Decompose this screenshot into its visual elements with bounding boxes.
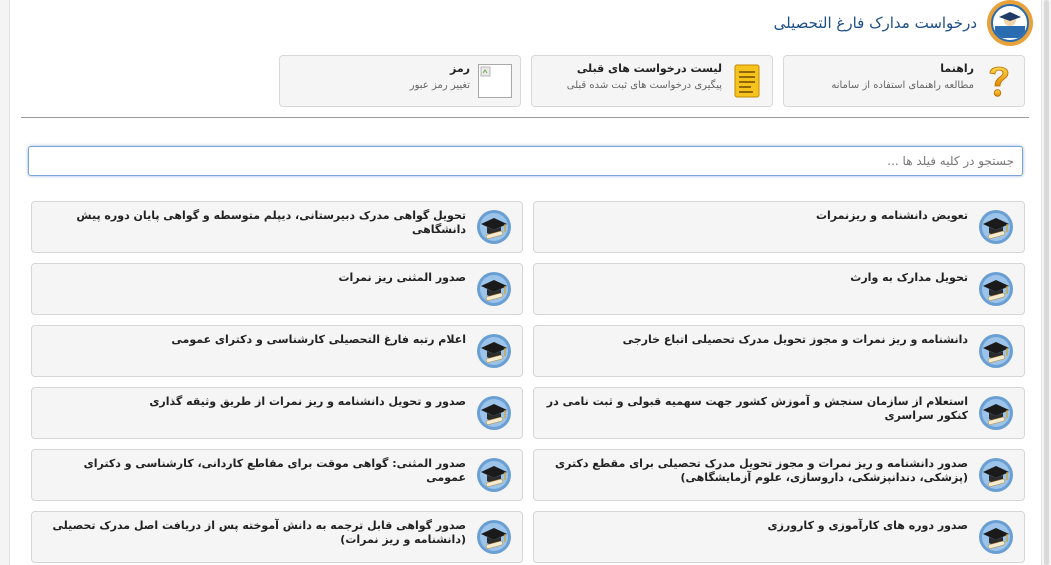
graduation-cap-icon bbox=[979, 520, 1013, 554]
request-item[interactable]: صدور المثنی: گواهی موقت برای مقاطع کاردا… bbox=[31, 449, 523, 501]
help-card[interactable]: راهنما مطالعه راهنمای استفاده از سامانه bbox=[783, 55, 1025, 107]
request-item-label: تحویل گواهی مدرک دبیرستانی، دیپلم متوسطه… bbox=[76, 209, 466, 236]
request-item-label: صدور گواهی قابل ترجمه به دانش آموخته پس … bbox=[52, 519, 466, 546]
left-frame-edge bbox=[0, 0, 10, 565]
request-item[interactable]: صدور المثنی ریز نمرات bbox=[31, 263, 523, 315]
graduation-cap-icon bbox=[979, 210, 1013, 244]
help-card-title: راهنما bbox=[940, 62, 974, 75]
section-divider bbox=[21, 117, 1029, 118]
password-card[interactable]: رمز تغییر رمز عبور bbox=[279, 55, 521, 107]
request-item-label: دانشنامه و ریز نمرات و مجوز تحویل مدرک ت… bbox=[622, 333, 968, 346]
request-item-label: صدور دانشنامه و ریز نمرات و مجوز تحویل م… bbox=[555, 457, 968, 484]
previous-requests-card[interactable]: لیست درخواست های قبلی پیگیری درخواست های… bbox=[531, 55, 773, 107]
document-list-icon bbox=[730, 62, 764, 100]
page-title: درخواست مدارک فارغ التحصیلی bbox=[773, 14, 977, 32]
request-item-label: تعویض دانشنامه و ریزنمرات bbox=[815, 209, 968, 222]
password-card-title: رمز bbox=[450, 62, 470, 75]
previous-requests-title: لیست درخواست های قبلی bbox=[576, 62, 722, 75]
graduation-cap-icon bbox=[979, 334, 1013, 368]
request-item[interactable]: تحویل گواهی مدرک دبیرستانی، دیپلم متوسطه… bbox=[31, 201, 523, 253]
request-item[interactable]: استعلام از سازمان سنجش و آموزش کشور جهت … bbox=[533, 387, 1025, 439]
vertical-scrollbar[interactable] bbox=[1041, 0, 1051, 565]
request-item[interactable]: صدور دوره های کارآموزی و کارورزی bbox=[533, 511, 1025, 563]
request-item-label: تحویل مدارک به وارث bbox=[850, 271, 968, 284]
scrollbar-thumb[interactable] bbox=[1044, 0, 1049, 565]
request-item[interactable]: اعلام رتبه فارغ التحصیلی کارشناسی و دکتر… bbox=[31, 325, 523, 377]
request-item[interactable]: دانشنامه و ریز نمرات و مجوز تحویل مدرک ت… bbox=[533, 325, 1025, 377]
request-item[interactable]: تحویل مدارک به وارث bbox=[533, 263, 1025, 315]
request-item-label: استعلام از سازمان سنجش و آموزش کشور جهت … bbox=[546, 395, 968, 422]
graduation-cap-icon bbox=[477, 272, 511, 306]
top-actions: راهنما مطالعه راهنمای استفاده از سامانه … bbox=[279, 55, 1025, 107]
graduation-cap-icon bbox=[477, 520, 511, 554]
graduation-cap-icon bbox=[979, 396, 1013, 430]
graduation-cap-icon bbox=[979, 458, 1013, 492]
search-input[interactable] bbox=[28, 146, 1023, 176]
password-card-desc: تغییر رمز عبور bbox=[409, 80, 470, 91]
university-seal-icon bbox=[987, 0, 1033, 46]
graduation-cap-icon bbox=[477, 458, 511, 492]
request-item-label: صدور دوره های کارآموزی و کارورزی bbox=[767, 519, 968, 532]
request-item-label: صدور المثنی ریز نمرات bbox=[338, 271, 466, 284]
request-item-label: صدور و تحویل دانشنامه و ریز نمرات از طری… bbox=[149, 395, 466, 408]
graduation-cap-icon bbox=[477, 210, 511, 244]
question-mark-icon bbox=[982, 62, 1016, 100]
graduation-cap-icon bbox=[477, 396, 511, 430]
request-item[interactable]: صدور و تحویل دانشنامه و ریز نمرات از طری… bbox=[31, 387, 523, 439]
request-item[interactable]: صدور دانشنامه و ریز نمرات و مجوز تحویل م… bbox=[533, 449, 1025, 501]
broken-image-icon bbox=[478, 62, 512, 100]
graduation-cap-icon bbox=[979, 272, 1013, 306]
page-header: درخواست مدارک فارغ التحصیلی bbox=[733, 0, 1033, 46]
request-item-label: اعلام رتبه فارغ التحصیلی کارشناسی و دکتر… bbox=[171, 333, 466, 346]
request-item-label: صدور المثنی: گواهی موقت برای مقاطع کاردا… bbox=[83, 457, 466, 484]
request-item[interactable]: تعویض دانشنامه و ریزنمرات bbox=[533, 201, 1025, 253]
help-card-desc: مطالعه راهنمای استفاده از سامانه bbox=[831, 80, 974, 91]
request-item[interactable]: صدور گواهی قابل ترجمه به دانش آموخته پس … bbox=[31, 511, 523, 563]
graduation-cap-icon bbox=[477, 334, 511, 368]
previous-requests-desc: پیگیری درخواست های ثبت شده قبلی bbox=[566, 80, 722, 91]
